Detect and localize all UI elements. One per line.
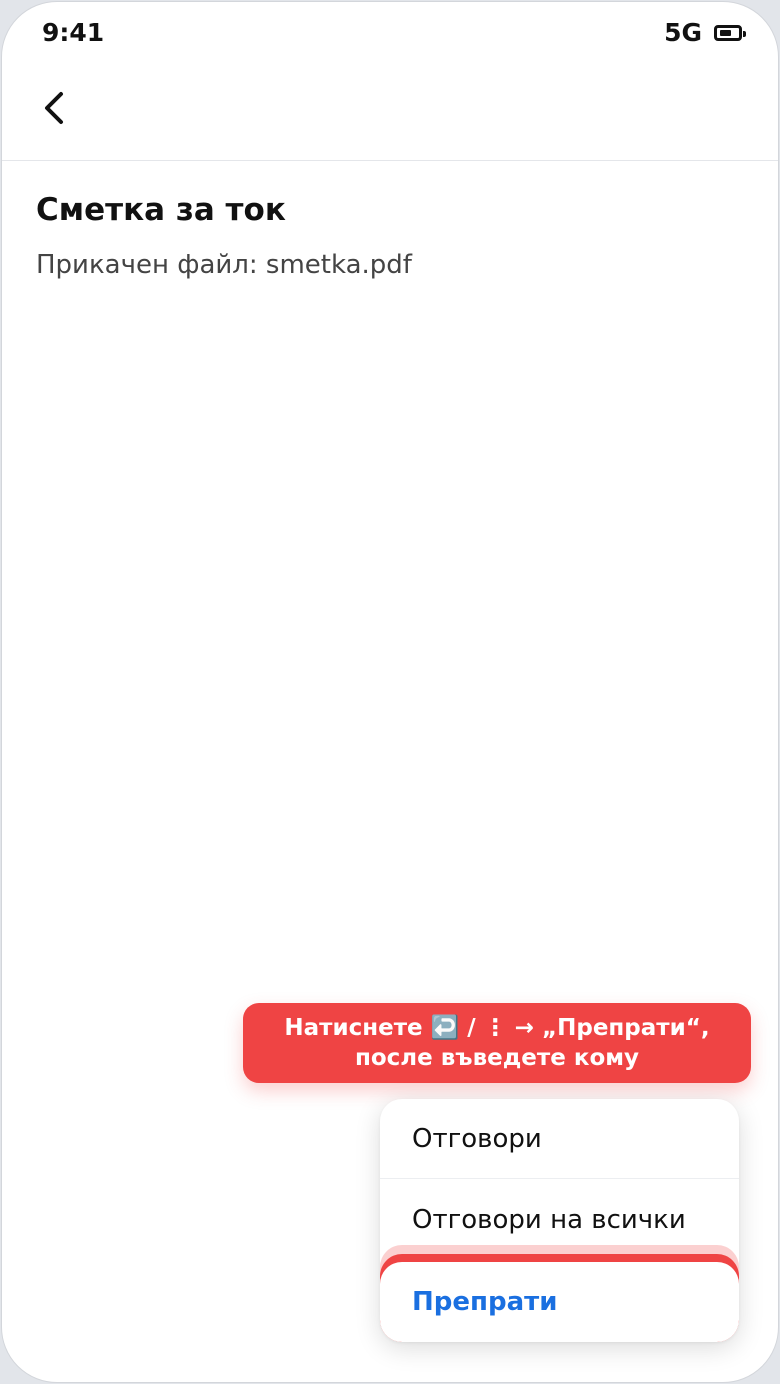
network-label: 5G (664, 18, 702, 47)
menu-item-forward[interactable]: Препрати (380, 1262, 739, 1342)
menu-item-reply[interactable]: Отговори (380, 1099, 739, 1179)
attachment-label[interactable]: Прикачен файл: smetka.pdf (36, 250, 744, 280)
battery-icon (714, 24, 746, 41)
mail-content: Сметка за ток Прикачен файл: smetka.pdf (36, 192, 744, 280)
app-bar (2, 64, 778, 161)
status-indicators: 5G (664, 18, 746, 47)
mail-subject: Сметка за ток (36, 192, 286, 228)
hint-line-1: Натиснете ↩️ / ⋮ → „Препрати“, (284, 1015, 710, 1041)
overflow-menu: Отговори Отговори на всички Препрати (380, 1099, 739, 1342)
back-button[interactable] (30, 82, 78, 134)
phone-frame: 9:41 5G Сметка за ток Прикачен файл: sme… (1, 1, 779, 1383)
status-time: 9:41 (42, 18, 105, 47)
hint-line-2: после въведете кому (354, 1045, 640, 1071)
status-bar: 9:41 5G (2, 2, 778, 64)
chevron-left-icon (45, 92, 63, 124)
instruction-hint: Натиснете ↩️ / ⋮ → „Препрати“, после във… (243, 1003, 751, 1083)
